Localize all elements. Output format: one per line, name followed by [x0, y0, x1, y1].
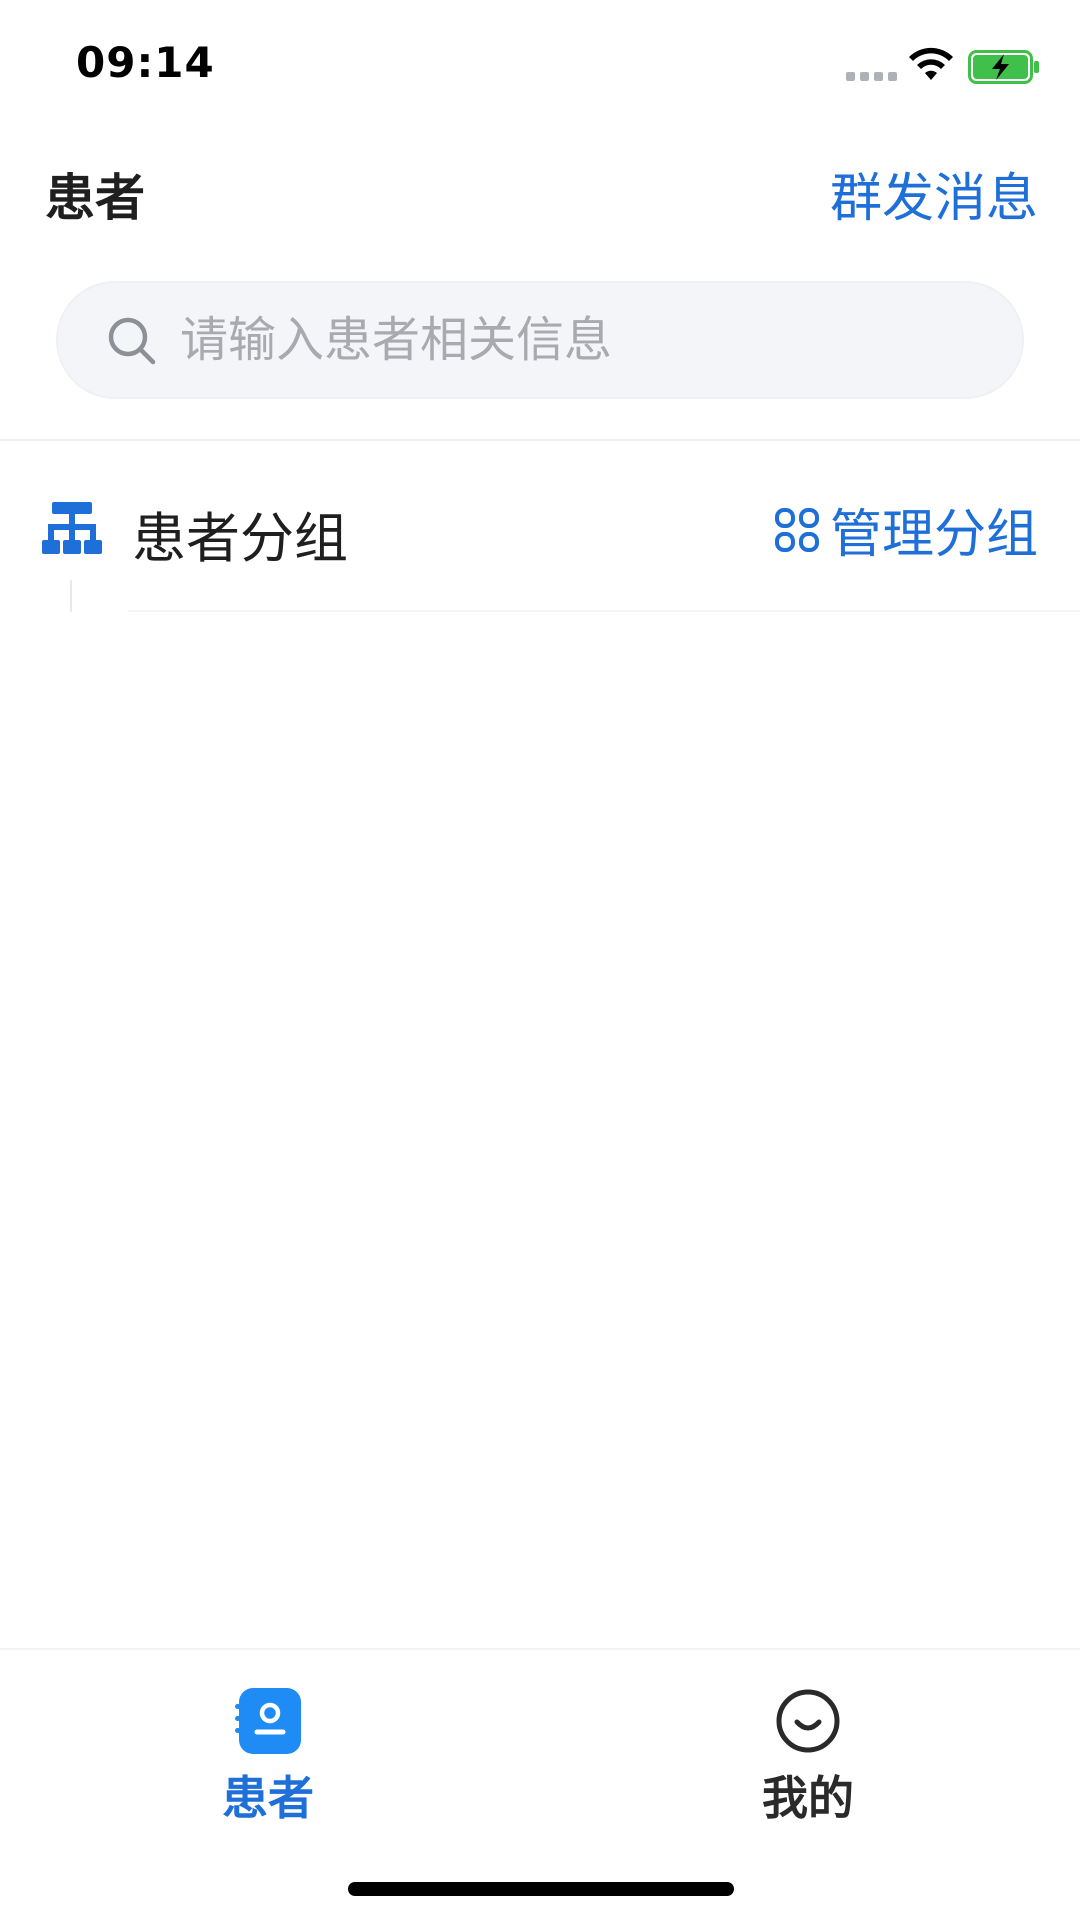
- signal-dots-icon: [846, 72, 897, 81]
- tree-connector: [70, 580, 72, 612]
- status-bar: 09:14: [0, 0, 1080, 130]
- tab-mine-label: 我的: [762, 1771, 854, 1825]
- search-icon: [108, 317, 156, 365]
- section-divider: [0, 439, 1080, 441]
- manage-groups-label: 管理分组: [829, 505, 1038, 565]
- header: 患者 群发消息: [0, 150, 1080, 230]
- patient-groups-title: 患者分组: [132, 507, 348, 570]
- tab-mine[interactable]: 我的: [708, 1688, 908, 1828]
- patient-groups-header: 患者分组 管理分组: [0, 480, 1080, 580]
- home-indicator: [348, 1882, 734, 1896]
- smile-icon: [776, 1689, 840, 1753]
- group-tree-icon: [42, 502, 102, 554]
- patient-card-icon: [235, 1688, 301, 1754]
- battery-charging-icon: [968, 50, 1039, 84]
- search-input[interactable]: [178, 305, 998, 375]
- page-title: 患者: [45, 169, 145, 227]
- broadcast-message-button[interactable]: 群发消息: [830, 156, 1038, 231]
- search-bar[interactable]: [56, 281, 1024, 399]
- grid-icon: [774, 507, 819, 552]
- bottom-tab-bar: 患者 我的: [0, 1648, 1080, 1920]
- row-divider: [128, 610, 1080, 612]
- wifi-icon: [909, 47, 953, 80]
- patients-screen: 09:14 患者 群发消息 请输入患者相关信息 患者分组 管理分组 患者 我的: [0, 0, 1080, 1920]
- tab-patients[interactable]: 患者: [168, 1688, 368, 1828]
- tab-patients-label: 患者: [222, 1771, 314, 1825]
- manage-groups-button[interactable]: 管理分组: [774, 492, 1038, 567]
- status-time: 09:14: [76, 38, 215, 87]
